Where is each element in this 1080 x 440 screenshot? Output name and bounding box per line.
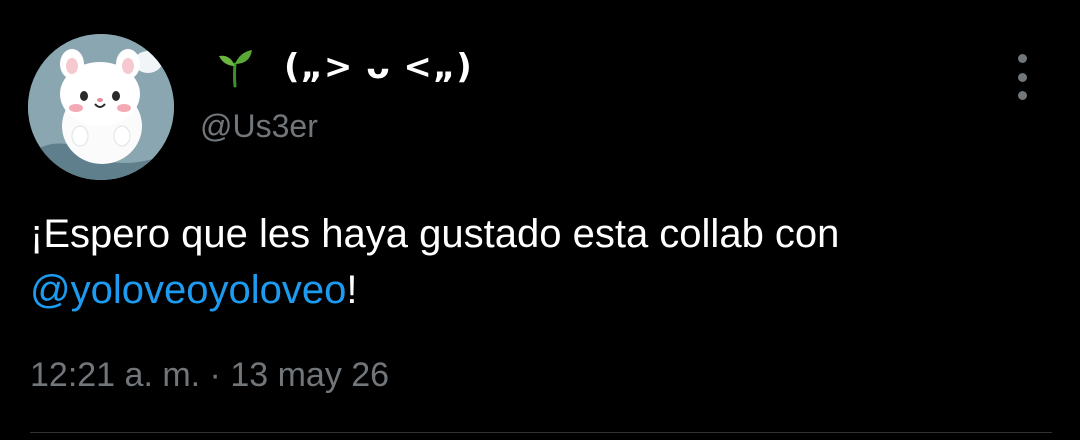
author-handle[interactable]: @Us3er <box>200 108 318 145</box>
hamster-avatar-image <box>28 34 174 180</box>
tweet-date: 13 may 26 <box>230 356 390 394</box>
author-display-name[interactable]: („> ᴗ <„) <box>284 47 473 87</box>
tweet-card: („> ᴗ <„) @Us3er ¡Espero que les haya gu… <box>0 0 1080 440</box>
meta-separator: · <box>200 356 231 394</box>
author-name-row[interactable]: („> ᴗ <„) <box>214 42 473 92</box>
more-dot <box>1017 54 1027 63</box>
tweet-text-end: ! <box>346 268 358 312</box>
mention-link[interactable]: @yoloveoyoloveo <box>30 268 346 312</box>
more-dot <box>1017 91 1027 100</box>
divider <box>30 432 1052 433</box>
avatar[interactable] <box>28 34 174 180</box>
tweet-time: 12:21 a. m. <box>30 356 201 394</box>
more-dot <box>1017 72 1027 82</box>
seedling-icon <box>214 46 256 88</box>
more-vertical-icon[interactable] <box>1004 54 1040 100</box>
tweet-timestamp[interactable]: 12:21 a. m. · 13 may 26 <box>30 356 389 395</box>
tweet-text-body: ¡Espero que les haya gustado esta collab… <box>30 212 840 256</box>
tweet-text: ¡Espero que les haya gustado esta collab… <box>30 206 1060 318</box>
